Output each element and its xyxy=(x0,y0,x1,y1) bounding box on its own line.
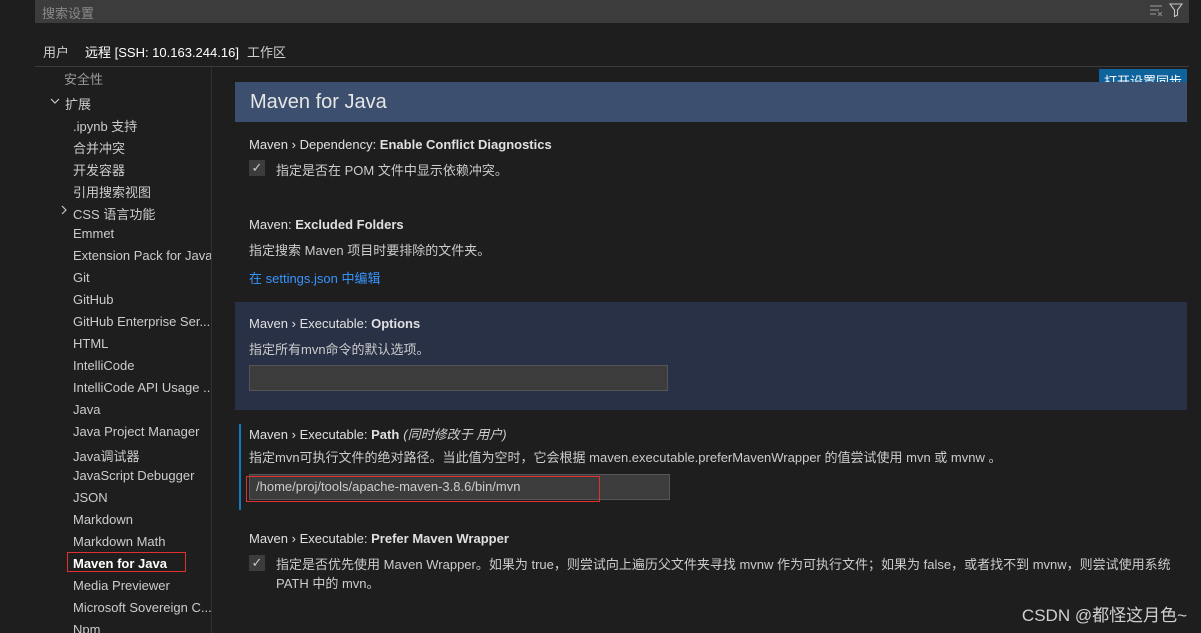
options-input[interactable] xyxy=(249,365,668,391)
clear-filter-icon[interactable] xyxy=(1149,3,1163,17)
sidebar-item[interactable]: Media Previewer xyxy=(73,578,170,593)
setting-title: Maven › Executable: Path (同时修改于 用户) xyxy=(249,427,507,442)
sidebar-item[interactable]: JavaScript Debugger xyxy=(73,468,194,483)
checkbox[interactable]: ✓ xyxy=(249,160,265,176)
sidebar-item[interactable]: Extension Pack for Java xyxy=(73,248,212,263)
search-placeholder: 搜索设置 xyxy=(42,6,95,21)
sidebar-border xyxy=(211,67,212,633)
search-settings-input[interactable]: 搜索设置 xyxy=(35,0,1189,23)
tab-remote[interactable]: 远程 [SSH: 10.163.244.16] xyxy=(85,42,239,61)
chevron-down-icon[interactable] xyxy=(50,96,60,109)
sidebar-item[interactable]: IntelliCode API Usage ... xyxy=(73,380,212,395)
watermark: CSDN @都怪这月色~ xyxy=(1021,606,1187,625)
sidebar-group-extensions[interactable]: 扩展 xyxy=(65,94,91,113)
setting-description: PATH 中的 mvn。 xyxy=(276,576,380,591)
sidebar-item[interactable]: Markdown Math xyxy=(73,534,165,549)
check-icon: ✓ xyxy=(251,160,263,175)
sidebar-item[interactable]: Microsoft Sovereign C... xyxy=(73,600,212,615)
check-icon: ✓ xyxy=(251,555,263,570)
settings-toc-sidebar: 安全性 扩展 .ipynb 支持 合并冲突 开发容器 引用搜索视图 CSS 语言… xyxy=(0,67,212,633)
sidebar-item-security[interactable]: 安全性 xyxy=(64,69,103,88)
setting-description: 指定是否在 POM 文件中显示依赖冲突。 xyxy=(276,163,508,178)
sidebar-item[interactable]: GitHub Enterprise Ser... xyxy=(73,314,210,329)
checkbox[interactable]: ✓ xyxy=(249,555,265,571)
highlight-box xyxy=(246,476,600,502)
sidebar-item[interactable]: CSS 语言功能 xyxy=(73,204,155,223)
sidebar-item[interactable]: .ipynb 支持 xyxy=(73,116,137,135)
tab-user[interactable]: 用户 xyxy=(43,42,69,61)
section-header: Maven for Java xyxy=(235,82,1187,122)
sidebar-item[interactable]: 合并冲突 xyxy=(73,138,125,157)
tab-workspace[interactable]: 工作区 xyxy=(247,42,286,61)
modified-elsewhere-note[interactable]: (同时修改于 用户) xyxy=(403,427,506,442)
setting-title: Maven: Excluded Folders xyxy=(249,217,404,232)
setting-prefer-maven-wrapper: Maven › Executable: Prefer Maven Wrapper… xyxy=(235,520,1187,600)
setting-title: Maven › Dependency: Enable Conflict Diag… xyxy=(249,137,552,152)
sidebar-item[interactable]: Npm xyxy=(73,622,100,633)
setting-title: Maven › Executable: Prefer Maven Wrapper xyxy=(249,531,509,546)
sidebar-item[interactable]: 开发容器 xyxy=(73,160,125,179)
setting-description: 指定mvn可执行文件的绝对路径。当此值为空时，它会根据 maven.execut… xyxy=(249,450,1002,465)
setting-title: Maven › Executable: Options xyxy=(249,316,421,331)
sidebar-item[interactable]: Emmet xyxy=(73,226,114,241)
section-title: Maven for Java xyxy=(250,91,387,113)
sidebar-item[interactable]: Markdown xyxy=(73,512,133,527)
setting-excluded-folders: Maven: Excluded Folders 指定搜索 Maven 项目时要排… xyxy=(235,206,1187,296)
sidebar-item[interactable]: 引用搜索视图 xyxy=(73,182,151,201)
setting-conflict-diagnostics: Maven › Dependency: Enable Conflict Diag… xyxy=(235,126,1187,186)
setting-description: 指定所有mvn命令的默认选项。 xyxy=(249,342,430,357)
chevron-right-icon[interactable] xyxy=(59,205,69,218)
highlight-box xyxy=(67,552,186,572)
edit-in-settings-json-link[interactable]: 在 settings.json 中编辑 xyxy=(249,268,381,287)
sidebar-item[interactable]: Git xyxy=(73,270,90,285)
sidebar-item[interactable]: Java Project Manager xyxy=(73,424,199,439)
sidebar-item[interactable]: JSON xyxy=(73,490,108,505)
setting-description: 指定是否优先使用 Maven Wrapper。如果为 true，则尝试向上遍历父… xyxy=(276,557,1171,572)
filter-icon[interactable] xyxy=(1168,3,1184,18)
setting-executable-options: Maven › Executable: Options 指定所有mvn命令的默认… xyxy=(235,302,1187,410)
settings-scope-tabs: 用户 远程 [SSH: 10.163.244.16] 工作区 打开设置同步 xyxy=(0,33,1201,95)
sidebar-item[interactable]: GitHub xyxy=(73,292,113,307)
sidebar-item[interactable]: Java调试器 xyxy=(73,446,139,465)
sidebar-item[interactable]: Java xyxy=(73,402,100,417)
setting-description: 指定搜索 Maven 项目时要排除的文件夹。 xyxy=(249,243,491,258)
sidebar-item[interactable]: HTML xyxy=(73,336,108,351)
sidebar-item[interactable]: IntelliCode xyxy=(73,358,134,373)
